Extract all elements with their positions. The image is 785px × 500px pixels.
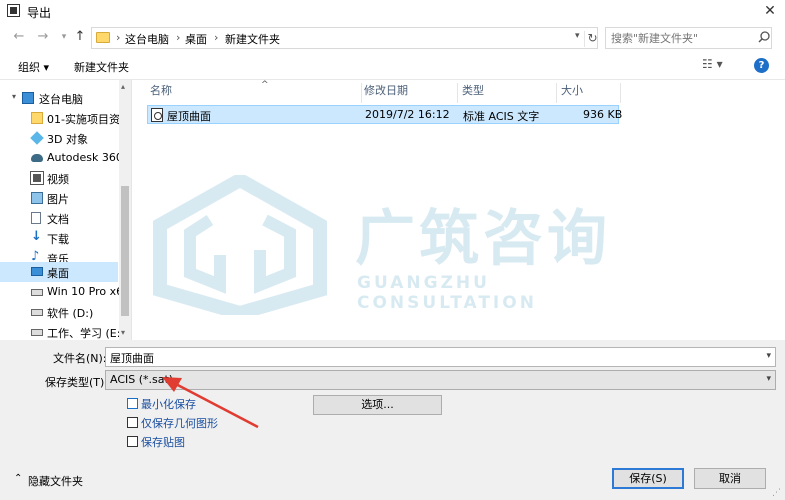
options-button[interactable]: 选项... [313, 395, 442, 415]
filename-label: 文件名(N): [53, 352, 107, 365]
save-textures-label[interactable]: 保存贴图 [141, 434, 185, 450]
column-header-label: 名称 [150, 84, 172, 97]
nav-item-label: 软件 (D:) [47, 307, 94, 320]
breadcrumb-this-pc[interactable]: 这台电脑 [125, 31, 169, 47]
file-icon [151, 108, 163, 122]
nav-item-label: 01-实施项目资料 [47, 113, 119, 126]
nav-item-win10[interactable]: Win 10 Pro x64 [0, 282, 119, 302]
file-size: 936 KB [583, 108, 623, 121]
file-type: 标准 ACIS 文字 [463, 110, 540, 123]
refresh-icon[interactable]: ↻ [584, 31, 600, 47]
nav-item-label: 下载 [47, 233, 69, 246]
chevron-down-icon[interactable]: ▾ [766, 351, 771, 361]
annotation-arrow-icon [162, 377, 259, 429]
filetype-label: 保存类型(T): [45, 376, 109, 389]
column-header-size[interactable]: 大小 [555, 83, 621, 103]
breadcrumb-new-folder[interactable]: 新建文件夹 [225, 31, 280, 47]
drive-icon [31, 289, 43, 296]
nav-item-label: 工作、学习 (E:) [47, 327, 119, 340]
nav-item-downloads[interactable]: ↓ 下载 [0, 228, 118, 248]
nav-item-label: 图片 [47, 193, 69, 206]
address-bar[interactable]: › 这台电脑 › 桌面 › 新建文件夹 ▾ ↻ [91, 27, 598, 49]
filename-field[interactable]: 屋顶曲面 ▾ [105, 347, 776, 367]
nav-item-videos[interactable]: 视频 [0, 168, 118, 188]
column-header-name[interactable]: 名称 ^ [144, 80, 362, 103]
nav-scrollbar[interactable]: ▴ ▾ [119, 80, 131, 340]
nav-item-this-pc[interactable]: ▾ 这台电脑 [0, 88, 118, 108]
folder-icon [96, 32, 110, 43]
cloud-icon [31, 154, 43, 162]
hide-folders-label: 隐藏文件夹 [28, 475, 83, 488]
file-list: 名称 ^ 修改日期 类型 大小 屋顶曲面 2019/7/2 16:12 标准 A… [131, 80, 785, 340]
toolbar: 组织 ▾ 新建文件夹 ☷ ▾ ? [0, 52, 785, 80]
drive-icon [31, 329, 43, 336]
3d-objects-icon [30, 131, 44, 145]
nav-item-documents[interactable]: 文档 [0, 208, 118, 228]
up-arrow-icon[interactable]: ↑ [71, 28, 89, 46]
download-icon: ↓ [31, 229, 42, 244]
chevron-down-icon[interactable]: ▾ [575, 31, 580, 41]
breadcrumb-desktop[interactable]: 桌面 [185, 31, 207, 47]
scrollbar-thumb[interactable] [121, 186, 129, 316]
breadcrumb-separator-icon: › [214, 31, 219, 44]
nav-item-desktop[interactable]: 桌面 [0, 262, 118, 282]
nav-item-pictures[interactable]: 图片 [0, 188, 118, 208]
search-icon[interactable] [757, 30, 771, 44]
folder-icon [31, 112, 43, 124]
video-icon [30, 171, 44, 185]
forward-arrow-icon[interactable]: → [34, 28, 52, 46]
help-icon[interactable]: ? [754, 58, 769, 73]
nav-item-label: 桌面 [47, 267, 69, 280]
nav-item-drive-e[interactable]: 工作、学习 (E:) [0, 322, 119, 342]
cancel-button[interactable]: 取消 [694, 468, 766, 489]
view-options-button[interactable]: ☷ ▾ [702, 57, 723, 71]
nav-item-3d-objects[interactable]: 3D 对象 [0, 128, 118, 148]
breadcrumb-separator-icon: › [116, 31, 121, 44]
scroll-down-icon[interactable]: ▾ [121, 328, 125, 337]
file-date: 2019/7/2 16:12 [365, 108, 450, 121]
minimize-save-checkbox[interactable] [127, 398, 138, 409]
save-textures-checkbox[interactable] [127, 436, 138, 447]
resize-grip-icon[interactable]: ⋰ [772, 488, 781, 498]
chevron-down-icon[interactable]: ▾ [12, 92, 16, 101]
chevron-down-icon[interactable]: ▾ [766, 374, 771, 384]
window-title: 导出 [27, 6, 52, 20]
desktop-icon [31, 267, 43, 276]
address-row: ← → ▾ ↑ › 这台电脑 › 桌面 › 新建文件夹 ▾ ↻ [0, 22, 785, 52]
filename-value: 屋顶曲面 [110, 352, 154, 365]
organize-button[interactable]: 组织 ▾ [18, 59, 49, 75]
column-header-type[interactable]: 类型 [456, 83, 557, 103]
nav-item-label: 3D 对象 [47, 133, 88, 146]
table-row[interactable]: 屋顶曲面 2019/7/2 16:12 标准 ACIS 文字 936 KB [147, 105, 623, 124]
breadcrumb-separator-icon: › [176, 31, 181, 44]
save-button[interactable]: 保存(S) [612, 468, 684, 489]
nav-item-project-files[interactable]: 01-实施项目资料 [0, 108, 119, 128]
nav-item-label: 文档 [47, 213, 69, 226]
nav-item-autodesk-360[interactable]: Autodesk 360 [0, 148, 119, 168]
pictures-icon [31, 192, 43, 204]
new-folder-button[interactable]: 新建文件夹 [74, 59, 129, 75]
documents-icon [31, 212, 41, 224]
nav-item-label: 这台电脑 [39, 93, 83, 106]
nav-item-drive-d[interactable]: 软件 (D:) [0, 302, 118, 322]
search-box[interactable] [605, 27, 772, 49]
scroll-up-icon[interactable]: ▴ [121, 82, 125, 91]
app-icon [7, 4, 20, 17]
column-header-date[interactable]: 修改日期 [358, 83, 458, 103]
back-arrow-icon[interactable]: ← [10, 28, 28, 46]
save-form: 文件名(N): 屋顶曲面 ▾ 保存类型(T): ACIS (*.sat) ▾ 最… [0, 340, 785, 500]
nav-item-label: Autodesk 360 [47, 151, 119, 164]
nav-item-label: 视频 [47, 173, 69, 186]
geometry-only-checkbox[interactable] [127, 417, 138, 428]
navigation-pane: ▾ 这台电脑 01-实施项目资料 3D 对象 Autodesk 360 视频 图… [0, 80, 131, 340]
search-input[interactable] [611, 32, 751, 45]
computer-icon [22, 92, 34, 104]
close-button[interactable]: ✕ [755, 0, 785, 22]
sort-caret-icon: ^ [261, 80, 269, 90]
nav-item-label: Win 10 Pro x64 [47, 285, 119, 298]
title-bar: 导出 ✕ [0, 0, 785, 22]
drive-icon [31, 309, 43, 316]
chevron-up-icon: ⌃ [14, 473, 23, 484]
file-name: 屋顶曲面 [167, 110, 211, 123]
